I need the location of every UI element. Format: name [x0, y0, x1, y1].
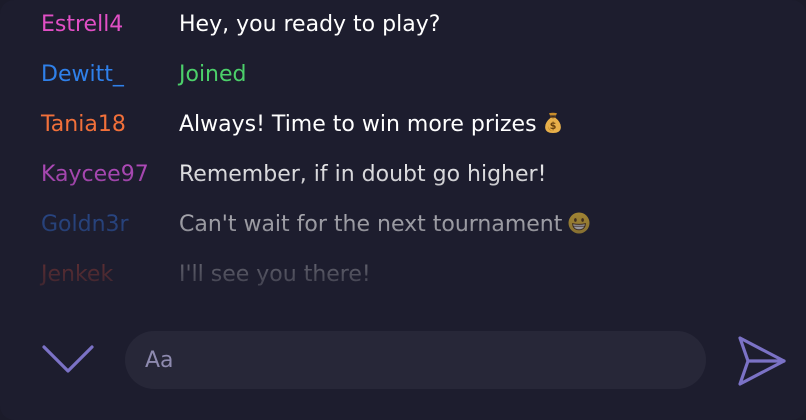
message-text: Always! Time to win more prizes $ [179, 112, 563, 139]
message-username[interactable]: Estrell4 [41, 14, 123, 36]
grinning-face-icon [568, 212, 590, 239]
send-icon [738, 336, 786, 386]
message-username[interactable]: Jenkek [41, 264, 113, 286]
message-text: Hey, you ready to play? [179, 12, 441, 37]
chevron-down-icon [42, 345, 94, 373]
message-text-content: Can't wait for the next tournament [179, 211, 563, 237]
money-bag-icon: $ [543, 112, 563, 139]
message-text: I'll see you there! [179, 262, 371, 287]
chat-message: Jenkek I'll see you there! [0, 250, 806, 300]
message-username[interactable]: Kaycee97 [41, 164, 149, 186]
message-text-content: Always! Time to win more prizes [179, 111, 537, 137]
message-username[interactable]: Tania18 [41, 114, 126, 136]
svg-text:$: $ [549, 121, 556, 132]
message-text: Joined [179, 62, 247, 87]
chat-message: Goldn3r Can't wait for the next tourname… [0, 200, 806, 250]
collapse-chat-button[interactable] [40, 338, 96, 382]
message-text: Remember, if in doubt go higher! [179, 162, 547, 187]
message-input[interactable] [125, 331, 706, 389]
message-list[interactable]: Estrell4 Hey, you ready to play? Dewitt_… [0, 0, 806, 310]
message-username[interactable]: Goldn3r [41, 214, 129, 236]
chat-message: Estrell4 Hey, you ready to play? [0, 0, 806, 50]
chat-message: Dewitt_ Joined [0, 50, 806, 100]
message-text: Can't wait for the next tournament [179, 212, 590, 239]
chat-panel: Estrell4 Hey, you ready to play? Dewitt_… [0, 0, 806, 420]
send-button[interactable] [733, 333, 789, 389]
message-input-container [125, 331, 706, 389]
chat-message: Tania18 Always! Time to win more prizes … [0, 100, 806, 150]
chat-message: Kaycee97 Remember, if in doubt go higher… [0, 150, 806, 200]
message-username[interactable]: Dewitt_ [41, 64, 124, 86]
